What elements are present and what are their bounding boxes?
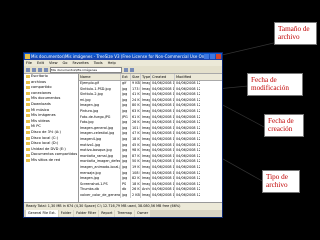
menu-help[interactable]: Help bbox=[108, 60, 116, 66]
folder-icon bbox=[25, 54, 30, 59]
folder-icon bbox=[26, 153, 30, 157]
folder-icon bbox=[26, 148, 30, 152]
folder-icon bbox=[26, 75, 30, 79]
menu-view[interactable]: View bbox=[49, 60, 58, 66]
column-created[interactable]: Created bbox=[151, 74, 175, 80]
tree-item-label: Mis sitios de red bbox=[31, 157, 61, 162]
menu-favorites[interactable]: Favorites bbox=[73, 60, 89, 66]
table-row[interactable]: volver_color_de_general.jpgjpg2 KBImages… bbox=[79, 192, 222, 199]
tab-folder-filter[interactable]: Folder Filter bbox=[74, 210, 99, 217]
folder-tree[interactable]: Escritorio archivos compartido conexiones Mi… bbox=[24, 74, 79, 203]
column-ext[interactable]: Ext bbox=[121, 74, 131, 80]
column-name[interactable]: Name bbox=[79, 74, 121, 80]
menu-file[interactable]: File bbox=[26, 60, 32, 66]
tab-folder[interactable]: Folder bbox=[58, 210, 74, 217]
close-button[interactable] bbox=[216, 54, 221, 59]
folder-icon bbox=[26, 108, 30, 112]
callout-tamano-de-archivo: Tamaño de archivo bbox=[274, 22, 317, 45]
minimize-button[interactable] bbox=[204, 54, 209, 59]
bottom-tabs: General File Ext. Folder Folder Filter R… bbox=[24, 210, 222, 217]
window-title: Mis documentos\Mis imágenes - TreeSize V… bbox=[31, 54, 210, 59]
folder-icon bbox=[26, 131, 30, 135]
cell-size: 2 KB bbox=[132, 192, 141, 199]
cell-ext: jpg bbox=[121, 192, 131, 199]
folder-icon bbox=[26, 159, 30, 163]
app-window: Mis documentos\Mis imágenes - TreeSize V… bbox=[23, 52, 223, 218]
path-field[interactable]: Mis documentos\Mis imágenes bbox=[50, 66, 122, 73]
options-icon[interactable] bbox=[130, 67, 134, 72]
forward-icon[interactable] bbox=[32, 67, 36, 72]
cell-created: 04/06/2008 12:09 bbox=[152, 192, 175, 199]
callout-fecha-de-creacion: Fecha de creación bbox=[264, 114, 304, 137]
folder-icon bbox=[26, 103, 30, 107]
column-type[interactable]: Type bbox=[141, 74, 151, 80]
menu-edit[interactable]: Edit bbox=[37, 60, 44, 66]
tab-general[interactable]: General File Ext. bbox=[26, 210, 58, 217]
menu-tools[interactable]: Tools bbox=[94, 60, 103, 66]
column-size[interactable]: Size bbox=[131, 74, 141, 80]
folder-icon bbox=[26, 97, 30, 101]
tab-report[interactable]: Report bbox=[99, 210, 115, 217]
cell-type: Images bbox=[142, 192, 151, 199]
menu-go[interactable]: Go bbox=[63, 60, 68, 66]
callout-fecha-de-modificacion: Fecha de modificación bbox=[247, 73, 303, 96]
cell-modified: 04/06/2008 12:09 bbox=[176, 192, 200, 197]
maximize-button[interactable] bbox=[210, 54, 215, 59]
callout-tipo-de-archivo: Tipo de archivo bbox=[262, 170, 300, 193]
tree-item[interactable]: Mis sitios de red bbox=[24, 158, 78, 164]
folder-icon bbox=[26, 80, 30, 84]
main-area: Escritorio archivos compartido conexiones Mi… bbox=[24, 74, 222, 203]
cell-name: volver_color_de_general.jpg bbox=[80, 192, 121, 199]
tab-owner[interactable]: Owner bbox=[135, 210, 151, 217]
file-rows: Ejemplo.gifgif9 KBImages04/06/2008 12:09… bbox=[79, 81, 222, 199]
window-titlebar[interactable]: Mis documentos\Mis imágenes - TreeSize V… bbox=[24, 53, 222, 60]
column-modified[interactable]: Modified bbox=[175, 74, 200, 80]
back-icon[interactable] bbox=[26, 67, 30, 72]
folder-icon bbox=[26, 136, 30, 140]
tab-treemap[interactable]: Treemap bbox=[115, 210, 135, 217]
up-folder-icon[interactable] bbox=[38, 67, 42, 72]
folder-icon bbox=[26, 142, 30, 146]
status-bar: Ready Total: 1,30 MB in 674 (4,30 Space)… bbox=[24, 202, 222, 210]
refresh-icon[interactable] bbox=[44, 67, 48, 72]
folder-icon bbox=[26, 86, 30, 90]
folder-icon bbox=[26, 92, 30, 96]
file-list-header: Name Ext Size Type Created Modified bbox=[79, 74, 222, 81]
file-list[interactable]: Name Ext Size Type Created Modified Ejem… bbox=[79, 74, 222, 203]
folder-icon bbox=[26, 120, 30, 124]
folder-icon bbox=[26, 114, 30, 118]
scan-icon[interactable] bbox=[124, 67, 128, 72]
toolbar: Mis documentos\Mis imágenes bbox=[24, 66, 222, 74]
folder-icon bbox=[26, 125, 30, 129]
